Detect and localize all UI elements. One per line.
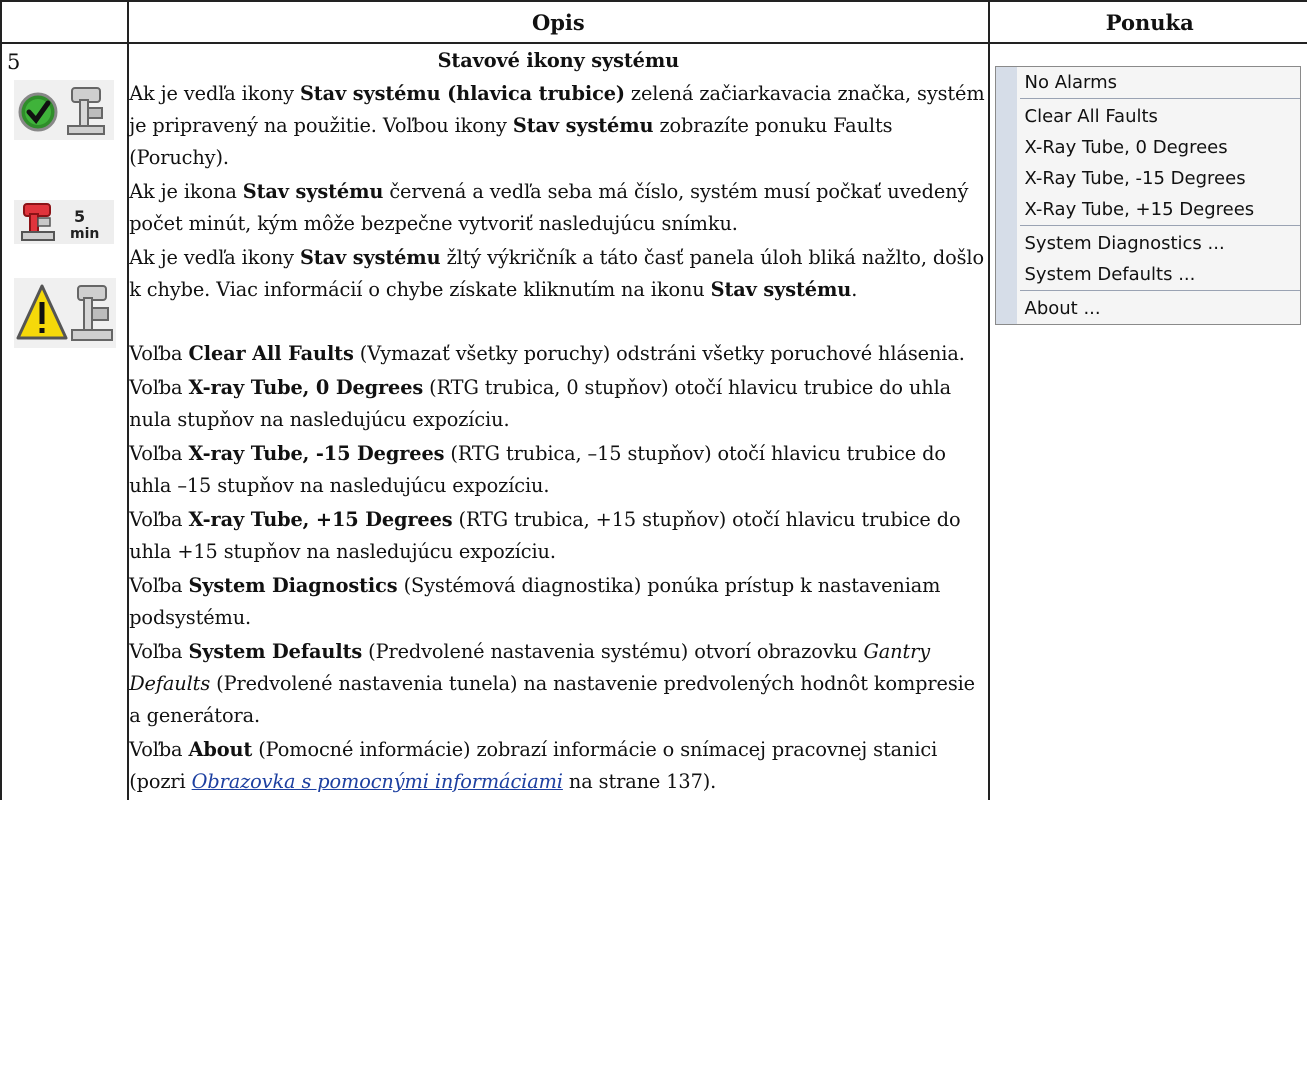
menu-item-about[interactable]: About ... <box>996 293 1300 324</box>
icon-column: 5 5 min <box>0 42 130 800</box>
menu-cell: No Alarms Clear All Faults X-Ray Tube, 0… <box>987 42 1307 800</box>
description-cell: Stavové ikony systému Ak je vedľa ikony … <box>127 42 990 800</box>
status-error-icon <box>14 278 116 348</box>
document-table: Opis Ponuka 5 5 min Stavové ikony systém… <box>0 0 1307 800</box>
header-empty-cell <box>0 0 130 44</box>
section-title: Stavové ikony systému <box>437 49 680 72</box>
para-error: Ak je vedľa ikony Stav systému žltý výkr… <box>129 246 984 301</box>
para-tube-minus15: Voľba X-ray Tube, -15 Degrees (RTG trubi… <box>129 442 946 497</box>
para-defaults: Voľba System Defaults (Predvolené nastav… <box>129 640 975 727</box>
para-about: Voľba About (Pomocné informácie) zobrazí… <box>129 738 938 793</box>
faults-menu: No Alarms Clear All Faults X-Ray Tube, 0… <box>994 66 1301 325</box>
para-diagnostics: Voľba System Diagnostics (Systémová diag… <box>129 574 941 629</box>
menu-item-tube-0[interactable]: X-Ray Tube, 0 Degrees <box>996 132 1300 163</box>
menu-item-clear-all-faults[interactable]: Clear All Faults <box>996 101 1300 132</box>
menu-item-tube-plus15[interactable]: X-Ray Tube, +15 Degrees <box>996 194 1300 225</box>
menu-item-system-defaults[interactable]: System Defaults ... <box>996 259 1300 290</box>
status-wait-icon: 5 min <box>14 200 114 244</box>
para-tube-plus15: Voľba X-ray Tube, +15 Degrees (RTG trubi… <box>129 508 961 563</box>
para-ready: Ak je vedľa ikony Stav systému (hlavica … <box>129 82 985 169</box>
status-ready-icon <box>14 80 114 140</box>
row-number: 5 <box>7 50 21 74</box>
header-ponuka: Ponuka <box>987 0 1307 44</box>
para-wait: Ak je ikona Stav systému červená a vedľa… <box>129 180 969 235</box>
header-opis: Opis <box>127 0 990 44</box>
para-clear-faults: Voľba Clear All Faults (Vymazať všetky p… <box>129 342 965 365</box>
wait-minutes-value: 5 <box>74 207 85 226</box>
menu-item-no-alarms[interactable]: No Alarms <box>996 67 1300 98</box>
about-screen-link[interactable]: Obrazovka s pomocnými informáciami <box>192 770 563 793</box>
wait-minutes-unit: min <box>70 226 99 242</box>
menu-item-tube-minus15[interactable]: X-Ray Tube, -15 Degrees <box>996 163 1300 194</box>
menu-item-system-diagnostics[interactable]: System Diagnostics ... <box>996 228 1300 259</box>
para-tube-0: Voľba X-ray Tube, 0 Degrees (RTG trubica… <box>129 376 952 431</box>
